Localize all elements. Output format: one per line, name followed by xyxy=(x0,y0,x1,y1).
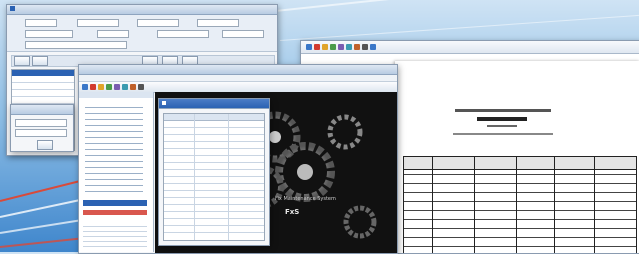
menu-bar xyxy=(79,75,397,82)
report-table xyxy=(403,156,637,253)
dialog-field[interactable] xyxy=(15,119,67,127)
form-field[interactable] xyxy=(157,30,209,38)
selected-tree-item[interactable] xyxy=(83,200,147,206)
settings-icon[interactable] xyxy=(114,84,120,90)
form-field[interactable] xyxy=(97,30,129,38)
document-icon[interactable] xyxy=(90,84,96,90)
print-icon[interactable] xyxy=(306,44,312,50)
report-condition-line xyxy=(453,133,553,135)
form-field[interactable] xyxy=(77,19,119,27)
first-page-icon[interactable] xyxy=(346,44,352,50)
save-icon[interactable] xyxy=(314,44,320,50)
report-page xyxy=(395,61,639,253)
folder-icon[interactable] xyxy=(98,84,104,90)
form-field[interactable] xyxy=(197,19,239,27)
next-page-icon[interactable] xyxy=(362,44,368,50)
form-field[interactable] xyxy=(25,41,127,49)
search-icon[interactable] xyxy=(322,44,328,50)
form-field[interactable] xyxy=(25,30,73,38)
highlighted-item[interactable] xyxy=(83,210,147,215)
form-window-icon xyxy=(10,6,15,11)
report-title-line xyxy=(477,117,527,121)
detail-dialog[interactable] xyxy=(10,104,74,152)
report-toolbar xyxy=(301,41,639,54)
toolbar-button[interactable] xyxy=(14,56,30,66)
form-field[interactable] xyxy=(222,30,264,38)
list-icon xyxy=(162,100,166,105)
last-page-icon[interactable] xyxy=(370,44,376,50)
dialog-title-bar xyxy=(11,105,73,115)
prev-page-icon[interactable] xyxy=(354,44,360,50)
toolbar-button[interactable] xyxy=(32,56,48,66)
page-setup-icon[interactable] xyxy=(338,44,344,50)
list-dialog-title-bar xyxy=(159,99,269,109)
zoom-icon[interactable] xyxy=(330,44,336,50)
home-icon[interactable] xyxy=(82,84,88,90)
exit-icon[interactable] xyxy=(138,84,144,90)
report-subtitle-line xyxy=(487,125,517,127)
report-header-line xyxy=(455,109,551,112)
form-field[interactable] xyxy=(137,19,179,27)
tree-panel[interactable] xyxy=(79,92,154,252)
user-icon[interactable] xyxy=(122,84,128,90)
background-streak xyxy=(279,14,639,41)
chart-icon[interactable] xyxy=(106,84,112,90)
window-title-bar xyxy=(7,5,277,15)
form-field[interactable] xyxy=(25,19,57,27)
tree-items xyxy=(85,102,143,192)
list-grid[interactable] xyxy=(163,113,265,241)
list-dialog[interactable] xyxy=(158,98,270,246)
splash-title: Fix Maintenance System xyxy=(275,196,336,202)
dialog-ok-button[interactable] xyxy=(37,140,53,150)
report-icon[interactable] xyxy=(130,84,136,90)
splash-logo: FxS xyxy=(285,208,300,216)
dialog-field[interactable] xyxy=(15,129,67,137)
main-title-bar xyxy=(79,65,397,75)
